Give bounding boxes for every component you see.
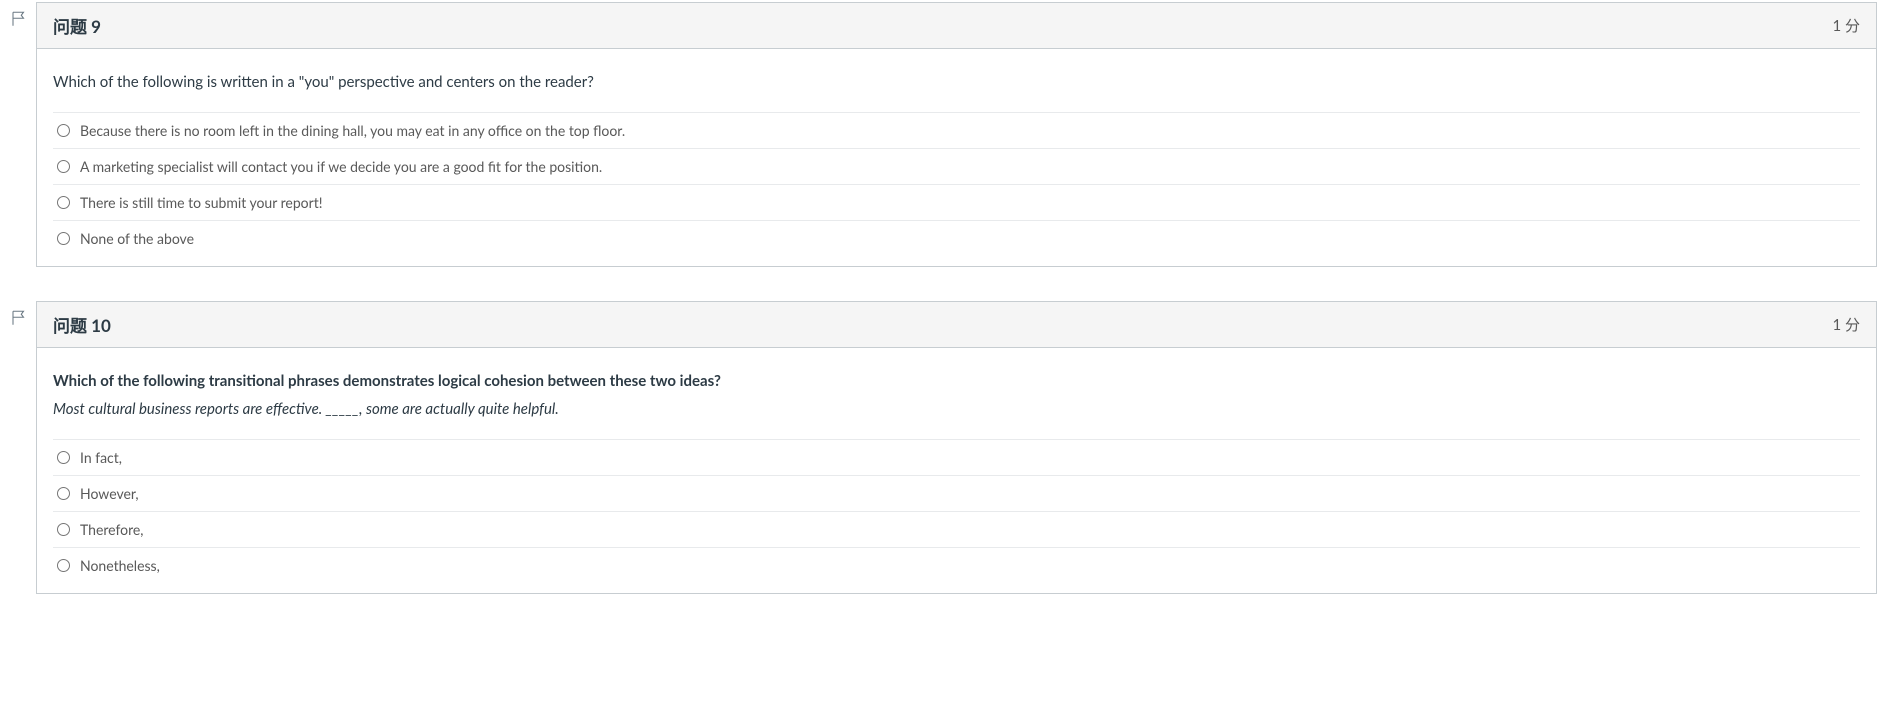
radio-input[interactable] bbox=[57, 196, 70, 209]
answer-option[interactable]: There is still time to submit your repor… bbox=[53, 185, 1860, 221]
answer-text: Nonetheless, bbox=[80, 557, 1856, 574]
question-body: Which of the following transitional phra… bbox=[37, 348, 1876, 593]
answer-option[interactable]: In fact, bbox=[53, 440, 1860, 476]
question-header: 问题 9 1 分 bbox=[37, 3, 1876, 49]
answer-text: However, bbox=[80, 485, 1856, 502]
question-wrapper: 问题 9 1 分 Which of the following is writt… bbox=[10, 2, 1877, 267]
radio-input[interactable] bbox=[57, 451, 70, 464]
radio-input[interactable] bbox=[57, 559, 70, 572]
answer-text: Therefore, bbox=[80, 521, 1856, 538]
answer-option[interactable]: Therefore, bbox=[53, 512, 1860, 548]
question-points: 1 分 bbox=[1832, 15, 1860, 36]
answers-list: Because there is no room left in the din… bbox=[53, 112, 1860, 256]
question-title: 问题 9 bbox=[53, 13, 101, 38]
prompt-text: Which of the following is written in a "… bbox=[53, 73, 594, 91]
answer-option[interactable]: However, bbox=[53, 476, 1860, 512]
answer-text: Because there is no room left in the din… bbox=[80, 122, 1856, 139]
answer-text: None of the above bbox=[80, 230, 1856, 247]
flag-icon[interactable] bbox=[10, 10, 30, 31]
question-title: 问题 10 bbox=[53, 312, 111, 337]
answers-list: In fact, However, Therefore, Nonetheless… bbox=[53, 439, 1860, 583]
question-prompt: Which of the following transitional phra… bbox=[53, 370, 1860, 421]
prompt-subtext: Most cultural business reports are effec… bbox=[53, 398, 1860, 421]
question-prompt: Which of the following is written in a "… bbox=[53, 71, 1860, 94]
question-body: Which of the following is written in a "… bbox=[37, 49, 1876, 266]
radio-input[interactable] bbox=[57, 160, 70, 173]
answer-option[interactable]: A marketing specialist will contact you … bbox=[53, 149, 1860, 185]
answer-option[interactable]: Nonetheless, bbox=[53, 548, 1860, 583]
question-box: 问题 10 1 分 Which of the following transit… bbox=[36, 301, 1877, 594]
answer-option[interactable]: Because there is no room left in the din… bbox=[53, 113, 1860, 149]
radio-input[interactable] bbox=[57, 487, 70, 500]
question-wrapper: 问题 10 1 分 Which of the following transit… bbox=[10, 301, 1877, 594]
question-header: 问题 10 1 分 bbox=[37, 302, 1876, 348]
radio-input[interactable] bbox=[57, 232, 70, 245]
answer-option[interactable]: None of the above bbox=[53, 221, 1860, 256]
question-box: 问题 9 1 分 Which of the following is writt… bbox=[36, 2, 1877, 267]
question-points: 1 分 bbox=[1832, 314, 1860, 335]
radio-input[interactable] bbox=[57, 523, 70, 536]
prompt-text: Which of the following transitional phra… bbox=[53, 372, 721, 390]
radio-input[interactable] bbox=[57, 124, 70, 137]
answer-text: A marketing specialist will contact you … bbox=[80, 158, 1856, 175]
answer-text: There is still time to submit your repor… bbox=[80, 194, 1856, 211]
answer-text: In fact, bbox=[80, 449, 1856, 466]
flag-icon[interactable] bbox=[10, 309, 30, 330]
